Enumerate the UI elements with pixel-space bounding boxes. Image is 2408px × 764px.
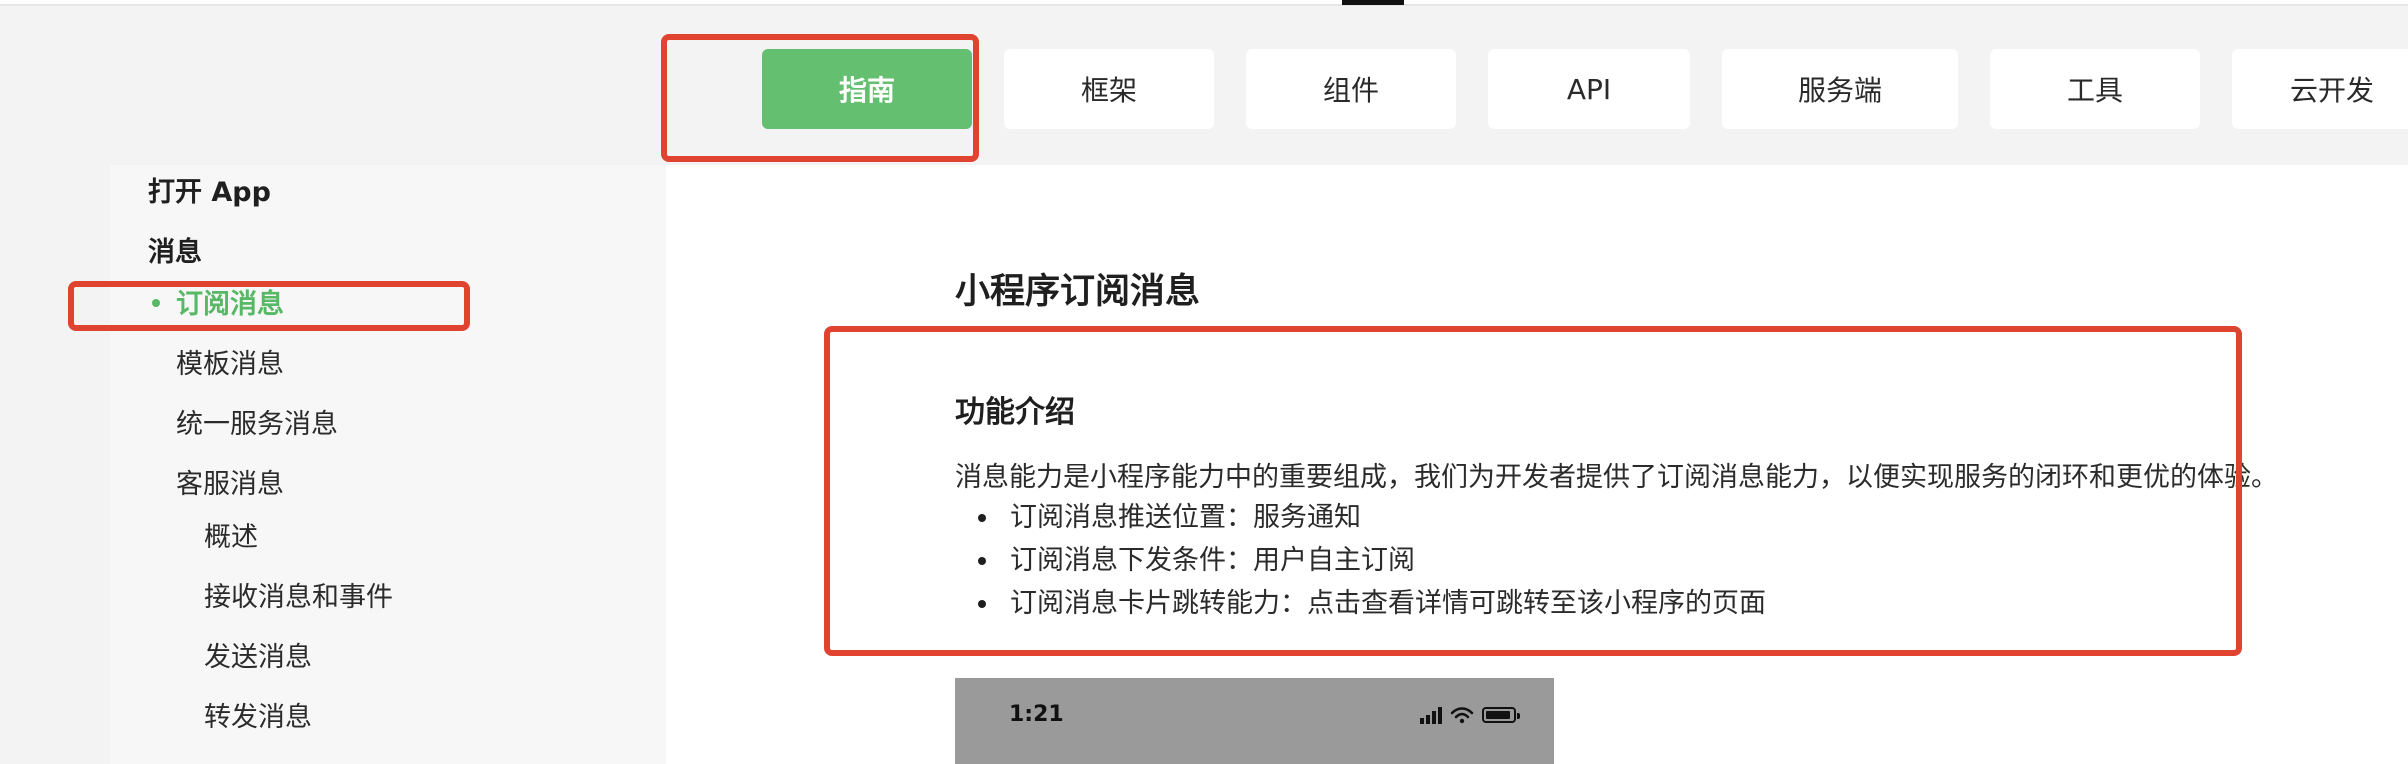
status-bar	[1420, 703, 1530, 727]
tab-tools[interactable]: 工具	[1990, 49, 2200, 129]
sidebar-item-label: 订阅消息	[176, 289, 284, 320]
list-item: 订阅消息推送位置：服务通知	[955, 496, 1766, 539]
sidebar-item-send-messages[interactable]: 发送消息	[204, 640, 312, 676]
sidebar-item-template-messages[interactable]: 模板消息	[176, 347, 284, 383]
tab-server[interactable]: 服务端	[1722, 49, 1958, 129]
sidebar-item-customer-service-messages[interactable]: 客服消息	[176, 467, 284, 503]
feature-introduction-heading: 功能介绍	[955, 394, 1075, 430]
phone-time: 1:21	[1009, 702, 1064, 727]
bullet-icon	[978, 600, 986, 608]
feature-text: 订阅消息卡片跳转能力：点击查看详情可跳转至该小程序的页面	[1010, 588, 1766, 619]
battery-icon	[1482, 707, 1520, 723]
list-item: 订阅消息下发条件：用户自主订阅	[955, 539, 1766, 582]
tab-guide[interactable]: 指南	[762, 49, 972, 129]
bullet-icon	[978, 514, 986, 522]
page-title: 小程序订阅消息	[955, 272, 1201, 313]
sidebar-item-open-app[interactable]: 打开 App	[148, 175, 271, 211]
tab-framework[interactable]: 框架	[1004, 49, 1214, 129]
active-bullet-icon	[152, 298, 160, 307]
sidebar-item-receive-messages-and-events[interactable]: 接收消息和事件	[204, 580, 393, 616]
list-item: 订阅消息卡片跳转能力：点击查看详情可跳转至该小程序的页面	[955, 582, 1766, 625]
phone-preview: 1:21	[955, 678, 1554, 764]
sidebar-item-subscription-messages[interactable]: 订阅消息	[152, 287, 284, 323]
feature-text: 订阅消息下发条件：用户自主订阅	[1010, 545, 1415, 576]
documentation-page: 指南 框架 组件 API 服务端 工具 云开发 打开 App 消息 订阅消息 模…	[0, 0, 2408, 764]
feature-text: 订阅消息推送位置：服务通知	[1010, 502, 1361, 533]
top-indicator	[1342, 0, 1404, 5]
tab-cloud-development[interactable]: 云开发	[2232, 49, 2408, 129]
bullet-icon	[978, 557, 986, 565]
top-navigation: 指南 框架 组件 API 服务端 工具 云开发	[0, 6, 2408, 165]
sidebar-item-overview[interactable]: 概述	[204, 520, 258, 556]
introduction-text: 消息能力是小程序能力中的重要组成，我们为开发者提供了订阅消息能力，以便实现服务的…	[955, 462, 2278, 493]
signal-icon	[1420, 706, 1442, 724]
sidebar-item-messages[interactable]: 消息	[148, 235, 202, 271]
sidebar-item-forward-messages[interactable]: 转发消息	[204, 700, 312, 736]
feature-list: 订阅消息推送位置：服务通知 订阅消息下发条件：用户自主订阅 订阅消息卡片跳转能力…	[955, 496, 1766, 625]
tab-api[interactable]: API	[1488, 49, 1690, 129]
sidebar-left-strip	[0, 165, 110, 764]
sidebar-item-unified-service-messages[interactable]: 统一服务消息	[176, 407, 338, 443]
wifi-icon	[1450, 707, 1474, 724]
tab-components[interactable]: 组件	[1246, 49, 1456, 129]
